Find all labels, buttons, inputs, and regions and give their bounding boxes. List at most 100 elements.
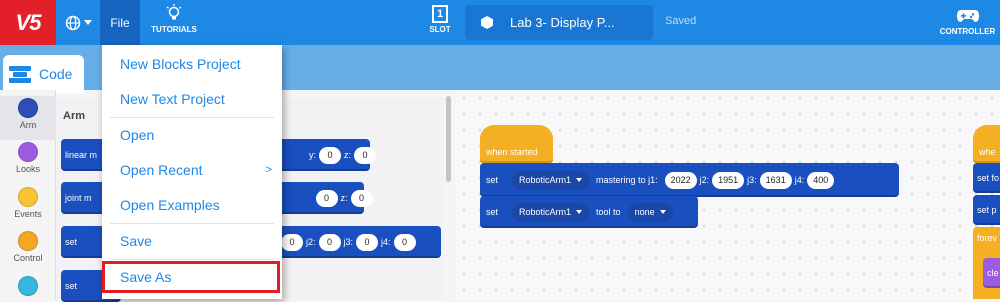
menu-item-label: Save As [120, 269, 172, 285]
vex-logo[interactable]: V5 [0, 0, 56, 45]
menu-item-label: Save [120, 233, 152, 249]
menu-item-save[interactable]: Save [102, 225, 282, 257]
device-name: RoboticArm1 [519, 207, 572, 217]
block-label: set fo [977, 173, 1000, 183]
menu-item-label: Open Recent [120, 162, 203, 178]
category-dot-icon [18, 142, 38, 162]
block-label: linear m [65, 150, 98, 160]
j3-label: j3: [747, 175, 757, 185]
file-menu-button[interactable]: File [100, 0, 140, 45]
block-label: forev [977, 233, 998, 243]
block-label: set [486, 175, 499, 185]
block-label: set [65, 281, 78, 291]
menu-item-label: New Text Project [120, 91, 225, 107]
j2-input[interactable]: 0 [318, 233, 341, 251]
top-bar: V5 File TUTORIALS 1 SLOT Lab 3- Display … [0, 0, 1000, 45]
globe-icon [65, 15, 80, 30]
when-started-block[interactable]: when started [480, 125, 553, 163]
z-label: z: [340, 193, 348, 203]
y-input[interactable]: 0 [319, 146, 342, 164]
controller-label: CONTROLLER [939, 27, 996, 36]
language-button[interactable] [56, 0, 100, 45]
caret-down-icon [659, 210, 666, 214]
slot-button[interactable]: 1 SLOT [425, 5, 455, 41]
slot-number: 1 [432, 5, 448, 23]
j2-input[interactable]: 1951 [712, 171, 745, 189]
block-label: set [486, 207, 499, 217]
set-block-partial[interactable]: set fo [973, 163, 1000, 193]
submenu-arrow-icon: > [265, 164, 272, 176]
block-text: tool to [596, 207, 621, 217]
category-control[interactable]: Control [0, 231, 56, 263]
set-mastering-block[interactable]: set RoboticArm1 mastering to j1: 2022 j2… [480, 163, 899, 197]
controller-button[interactable]: CONTROLLER [935, 8, 1000, 36]
project-name: Lab 3- Display P... [510, 15, 615, 30]
set-block-partial[interactable]: set p [973, 195, 1000, 225]
z-input[interactable]: 0 [354, 146, 377, 164]
menu-item-new-blocks-project[interactable]: New Blocks Project [102, 48, 282, 80]
tab-code[interactable]: Code [3, 55, 84, 93]
palette-title: Arm [63, 110, 86, 122]
tool-dropdown[interactable]: none [627, 202, 673, 222]
j3-input[interactable]: 0 [356, 233, 379, 251]
palette-scrollbar[interactable] [446, 96, 451, 182]
tutorials-button[interactable]: TUTORIALS [146, 4, 202, 42]
category-dot-icon [18, 187, 38, 207]
tutorials-label: TUTORIALS [151, 25, 197, 34]
set-tool-block[interactable]: set RoboticArm1 tool to none [480, 196, 698, 228]
lightbulb-icon [166, 4, 182, 20]
block-text: mastering to j1: [596, 175, 658, 185]
menu-item-open-recent[interactable]: Open Recent > [102, 154, 282, 186]
slot-label: SLOT [429, 25, 451, 34]
category-dot-icon [18, 276, 38, 296]
j2-label: j2: [306, 237, 316, 247]
hat-label: when started [486, 147, 538, 157]
when-block-partial[interactable]: whe [973, 125, 1000, 163]
j4-input[interactable]: 400 [807, 171, 835, 189]
j2-label: j2: [699, 175, 710, 185]
j1-input[interactable]: 0 [281, 233, 304, 251]
category-events[interactable]: Events [0, 187, 56, 219]
chevron-down-icon [83, 19, 92, 25]
hat-label: whe [979, 147, 996, 157]
j4-label: j4: [381, 237, 391, 247]
code-blocks-icon [9, 65, 35, 83]
project-hexagon-icon [481, 16, 493, 29]
device-name: RoboticArm1 [519, 175, 572, 185]
category-sidebar: Arm Looks Events Control [0, 90, 56, 299]
gamepad-icon [956, 10, 979, 22]
j4-label: j4: [794, 175, 805, 185]
tool-value: none [634, 207, 655, 217]
menu-item-label: Open [120, 127, 155, 143]
category-arm[interactable]: Arm [0, 96, 56, 140]
caret-down-icon [576, 178, 583, 182]
menu-divider [110, 223, 274, 224]
category-dot-icon [18, 231, 38, 251]
device-dropdown[interactable]: RoboticArm1 [512, 202, 590, 222]
block-label: cle [987, 268, 999, 278]
device-dropdown[interactable]: RoboticArm1 [512, 170, 590, 190]
z-input[interactable]: 0 [315, 189, 338, 207]
block-label: set [65, 237, 78, 247]
looks-block-partial[interactable]: cle [983, 258, 1000, 288]
block-label: set p [977, 205, 997, 215]
menu-item-open-examples[interactable]: Open Examples [102, 189, 282, 221]
category-dot-icon [18, 98, 38, 118]
project-name-field[interactable]: Lab 3- Display P... [465, 5, 653, 40]
category-sensing[interactable] [0, 276, 56, 298]
category-looks[interactable]: Looks [0, 142, 56, 174]
category-label: Looks [15, 164, 41, 174]
j4-input[interactable]: 0 [393, 233, 416, 251]
menu-divider [110, 117, 274, 118]
menu-item-label: Open Examples [120, 197, 220, 213]
menu-item-save-as[interactable]: Save As [102, 261, 280, 293]
j1-input[interactable]: 2022 [664, 171, 697, 189]
menu-item-new-text-project[interactable]: New Text Project [102, 83, 282, 115]
category-label: Control [13, 253, 43, 263]
save-status: Saved [665, 15, 697, 27]
menu-divider [110, 259, 274, 260]
z-input[interactable]: 0 [350, 189, 373, 207]
menu-item-open[interactable]: Open [102, 119, 282, 151]
j3-input[interactable]: 1631 [759, 171, 792, 189]
block-label: joint m [65, 193, 92, 203]
